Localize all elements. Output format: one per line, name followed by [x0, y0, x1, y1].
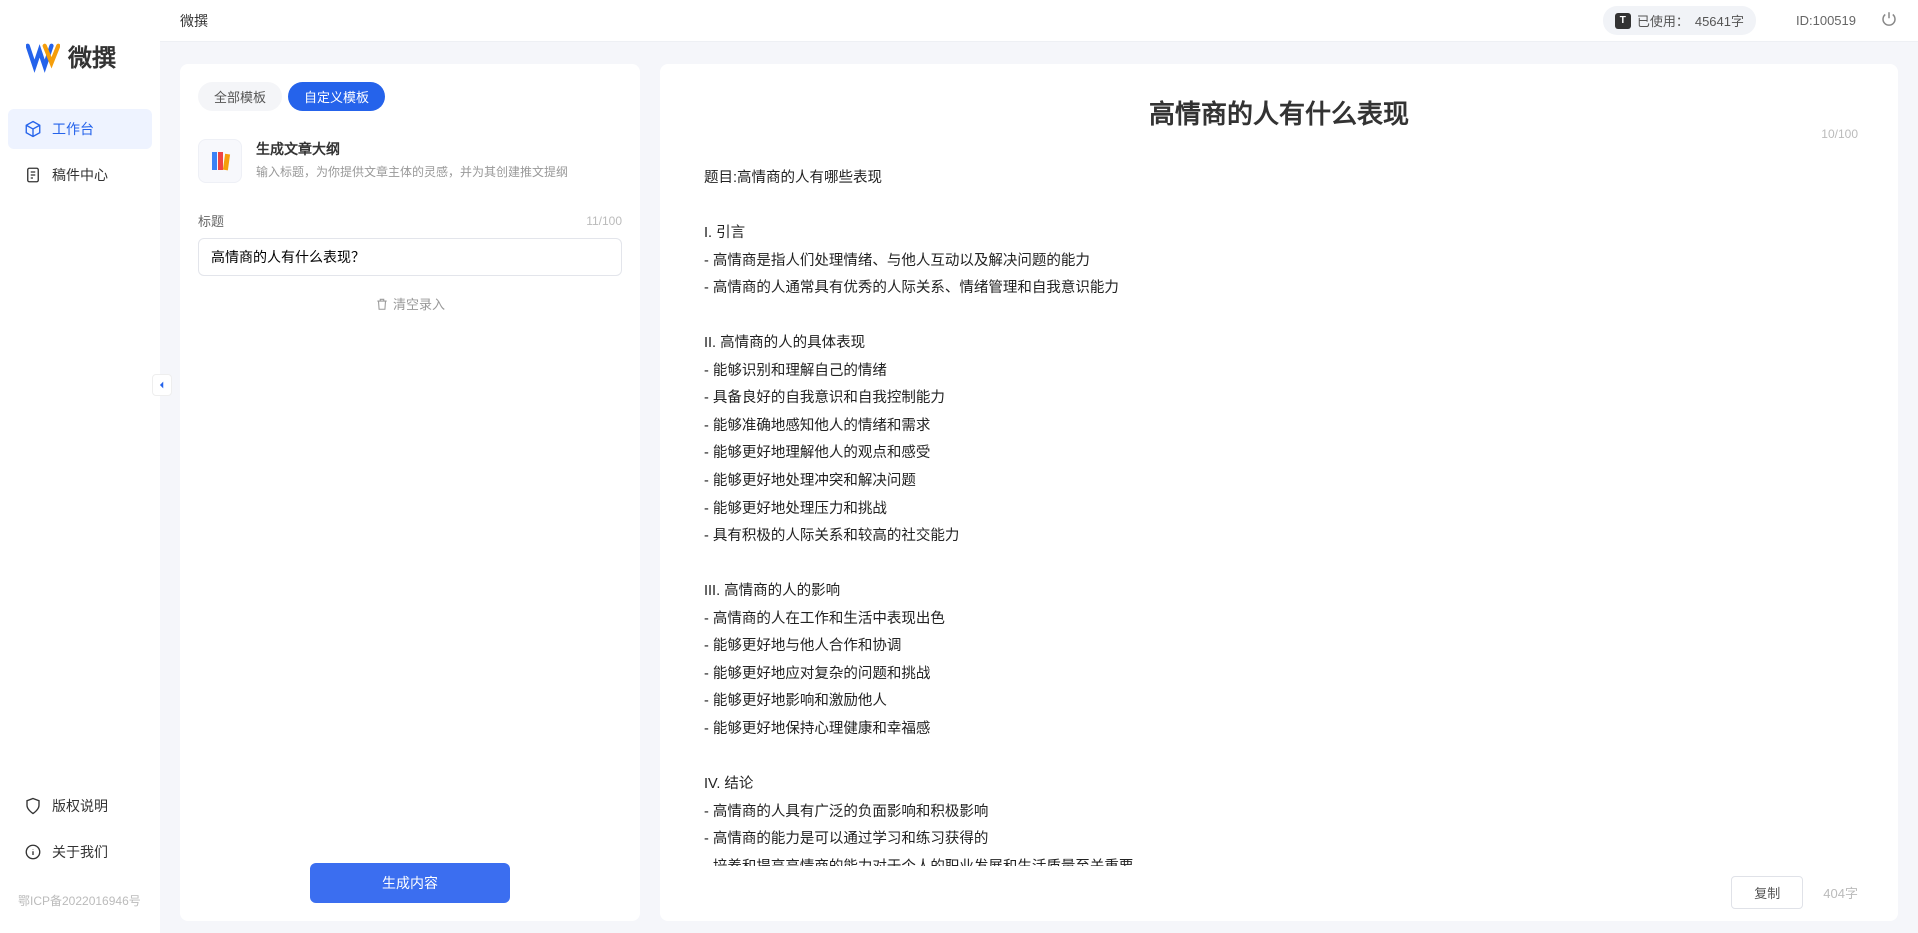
- nav-label: 稿件中心: [52, 165, 108, 185]
- usage-badge[interactable]: T 已使用： 45641字: [1603, 6, 1756, 35]
- usage-value: 45641字: [1695, 11, 1744, 30]
- nav-label: 版权说明: [52, 796, 108, 816]
- sidebar: 微撰 工作台 稿件中心 版权说明 关于我们 鄂ICP备2022016946号: [0, 0, 160, 933]
- tab-custom-templates[interactable]: 自定义模板: [288, 82, 385, 111]
- generate-button[interactable]: 生成内容: [310, 863, 510, 903]
- logout-button[interactable]: [1880, 10, 1898, 31]
- trash-icon: [375, 297, 389, 311]
- logo-icon: [26, 39, 60, 73]
- topbar: 微撰 T 已使用： 45641字 ID:100519: [160, 0, 1918, 42]
- main-nav: 工作台 稿件中心: [0, 109, 160, 786]
- usage-prefix: 已使用：: [1637, 11, 1689, 30]
- clear-input-button[interactable]: 清空录入: [198, 294, 622, 313]
- sidebar-collapse-button[interactable]: [152, 374, 172, 396]
- chevron-left-icon: [157, 380, 167, 390]
- nav-workspace[interactable]: 工作台: [8, 109, 152, 149]
- footer-nav: 版权说明 关于我们: [0, 786, 160, 886]
- nav-about[interactable]: 关于我们: [8, 832, 152, 872]
- power-icon: [1880, 10, 1898, 28]
- main-area: 微撰 T 已使用： 45641字 ID:100519 全部模板 自定义模板: [160, 0, 1918, 933]
- template-card: 生成文章大纲 输入标题，为你提供文章主体的灵感，并为其创建推文提纲: [180, 129, 640, 201]
- nav-label: 工作台: [52, 119, 94, 139]
- output-panel: 高情商的人有什么表现 10/100 题目:高情商的人有哪些表现 I. 引言 - …: [660, 64, 1898, 921]
- output-title-counter: 10/100: [1821, 127, 1858, 141]
- user-id: ID:100519: [1796, 13, 1856, 28]
- clear-label: 清空录入: [393, 294, 445, 313]
- template-icon: [198, 139, 242, 183]
- template-description: 输入标题，为你提供文章主体的灵感，并为其创建推文提纲: [256, 163, 568, 180]
- page-title: 微撰: [180, 11, 1603, 31]
- form-area: 标题 11/100 清空录入: [180, 201, 640, 863]
- nav-drafts[interactable]: 稿件中心: [8, 155, 152, 195]
- cube-icon: [24, 120, 42, 138]
- info-icon: [24, 843, 42, 861]
- output-word-count: 404字: [1823, 883, 1858, 902]
- text-icon: T: [1615, 13, 1631, 29]
- content-area: 全部模板 自定义模板 生成文章大纲 输入标题，为你提供文章主体的灵感，并为其创建…: [160, 42, 1918, 933]
- title-label: 标题: [198, 211, 224, 230]
- input-panel: 全部模板 自定义模板 生成文章大纲 输入标题，为你提供文章主体的灵感，并为其创建…: [180, 64, 640, 921]
- shield-icon: [24, 797, 42, 815]
- output-body[interactable]: 题目:高情商的人有哪些表现 I. 引言 - 高情商是指人们处理情绪、与他人互动以…: [660, 141, 1898, 866]
- copy-button[interactable]: 复制: [1731, 876, 1803, 909]
- generate-row: 生成内容: [180, 863, 640, 903]
- brand-name: 微撰: [68, 38, 116, 73]
- title-counter: 11/100: [586, 214, 622, 228]
- title-label-row: 标题 11/100: [198, 211, 622, 230]
- title-input[interactable]: [198, 238, 622, 276]
- template-tabs: 全部模板 自定义模板: [180, 82, 640, 129]
- logo: 微撰: [0, 18, 160, 109]
- books-icon: [208, 149, 232, 173]
- output-title: 高情商的人有什么表现: [700, 94, 1858, 131]
- nav-copyright[interactable]: 版权说明: [8, 786, 152, 826]
- tab-all-templates[interactable]: 全部模板: [198, 82, 282, 111]
- template-info: 生成文章大纲 输入标题，为你提供文章主体的灵感，并为其创建推文提纲: [256, 139, 568, 183]
- document-icon: [24, 166, 42, 184]
- nav-label: 关于我们: [52, 842, 108, 862]
- icp-text: 鄂ICP备2022016946号: [0, 886, 160, 915]
- output-title-row: 高情商的人有什么表现 10/100: [660, 94, 1898, 141]
- output-footer: 复制 404字: [660, 866, 1898, 909]
- template-title: 生成文章大纲: [256, 139, 568, 159]
